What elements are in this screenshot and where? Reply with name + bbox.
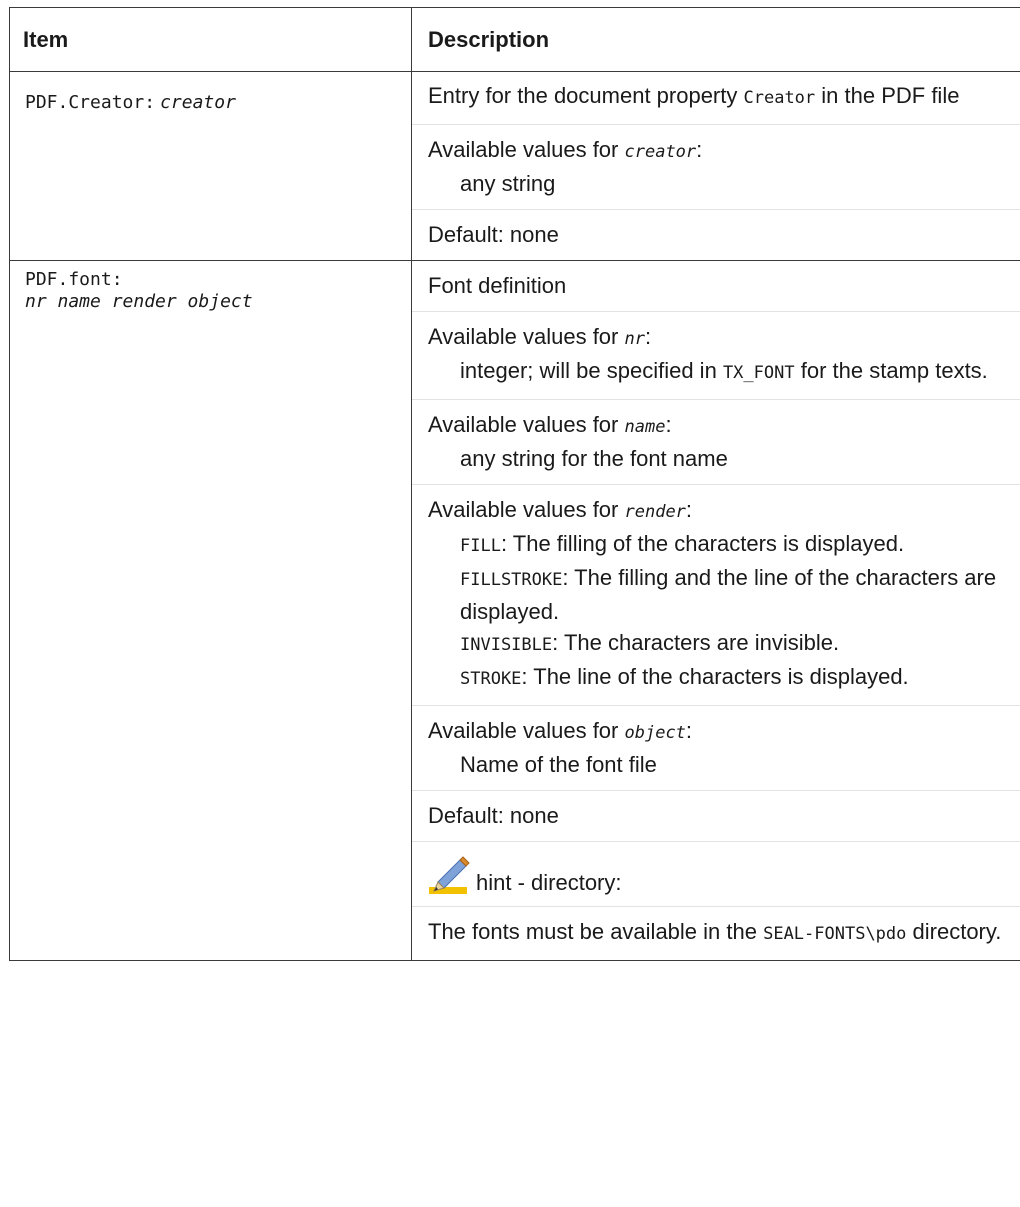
colon: :	[685, 497, 693, 522]
item-param: creator	[160, 92, 236, 113]
name-paragraph: Available values for name: any string fo…	[412, 400, 1020, 485]
pencil-icon	[428, 856, 472, 896]
description-cell-font: Font definition Available values for nr:…	[411, 260, 1020, 961]
item-cell-font: PDF.font: nr name render object	[9, 260, 412, 961]
nr-value: integer; will be specified in TX_FONT fo…	[428, 355, 1006, 389]
table-row: PDF.font: nr name render object Font def…	[9, 260, 1020, 961]
parameter-table: Item Description PDF.Creator: creator En…	[9, 7, 1020, 961]
item-cell-creator: PDF.Creator: creator	[9, 71, 412, 261]
render-option-code: FILL	[460, 536, 501, 556]
available-label: Available values for	[428, 324, 619, 349]
available-label: Available values for	[428, 412, 619, 437]
render-option-text: : The line of the characters is displaye…	[521, 664, 909, 689]
hint-paragraph: hint - directory:	[412, 842, 1020, 907]
object-paragraph: Available values for object: Name of the…	[412, 706, 1020, 791]
header-description: Description	[411, 7, 1020, 72]
nr-paragraph: Available values for nr: integer; will b…	[412, 312, 1020, 400]
nr-value-code: TX_FONT	[722, 363, 795, 383]
table-row: PDF.Creator: creator Entry for the docum…	[9, 71, 1020, 261]
nr-param: nr	[624, 329, 645, 349]
hint-label: hint - directory:	[476, 870, 622, 895]
available-label: Available values for	[428, 497, 619, 522]
render-option: INVISIBLE: The characters are invisible.	[428, 627, 1006, 661]
fonts-text-end: directory.	[912, 919, 1002, 944]
object-value: Name of the font file	[460, 752, 657, 777]
render-option: STROKE: The line of the characters is di…	[428, 661, 1006, 695]
available-param: creator	[624, 142, 697, 162]
render-option-text: : The filling of the characters is displ…	[500, 531, 905, 556]
creator-available-paragraph: Available values for creator: any string	[412, 125, 1020, 210]
item-code: PDF.font:	[25, 269, 123, 290]
table-header-row: Item Description	[9, 7, 1020, 72]
available-label: Available values for	[428, 718, 619, 743]
name-param: name	[624, 417, 666, 437]
creator-default: Default: none	[428, 222, 559, 247]
object-param: object	[624, 723, 686, 743]
font-default: Default: none	[412, 791, 1020, 842]
render-option: FILL: The filling of the characters is d…	[428, 528, 1006, 562]
entry-text-end: in the PDF file	[821, 83, 960, 108]
entry-code: Creator	[743, 88, 816, 108]
colon: :	[644, 324, 652, 349]
fonts-text: The fonts must be available in the	[428, 919, 757, 944]
colon: :	[665, 412, 672, 437]
nr-value-text-end: for the stamp texts.	[800, 358, 988, 383]
entry-text: Entry for the document property	[428, 83, 738, 108]
fonts-path: SEAL-FONTS\pdo	[763, 924, 907, 944]
creator-entry-paragraph: Entry for the document property Creator …	[412, 72, 1020, 125]
name-value: any string for the font name	[460, 446, 728, 471]
render-option-code: STROKE	[460, 669, 522, 689]
nr-value-text: integer; will be specified in	[460, 358, 717, 383]
colon: :	[696, 137, 703, 162]
render-option-text: : The characters are invisible.	[552, 630, 840, 655]
render-paragraph: Available values for render: FILL: The f…	[412, 485, 1020, 706]
render-option-code: FILLSTROKE	[460, 570, 563, 590]
font-definition-title: Font definition	[412, 261, 1020, 312]
render-param: render	[624, 502, 686, 522]
colon: :	[685, 718, 693, 743]
header-item: Item	[9, 7, 412, 72]
render-option-code: INVISIBLE	[460, 635, 553, 655]
render-option: FILLSTROKE: The filling and the line of …	[428, 562, 1006, 627]
description-cell-creator: Entry for the document property Creator …	[411, 71, 1020, 261]
item-params: nr name render object	[25, 291, 253, 312]
fonts-paragraph: The fonts must be available in the SEAL-…	[412, 907, 1020, 960]
available-value: any string	[460, 171, 556, 196]
available-label: Available values for	[428, 137, 619, 162]
item-code: PDF.Creator:	[25, 92, 156, 113]
